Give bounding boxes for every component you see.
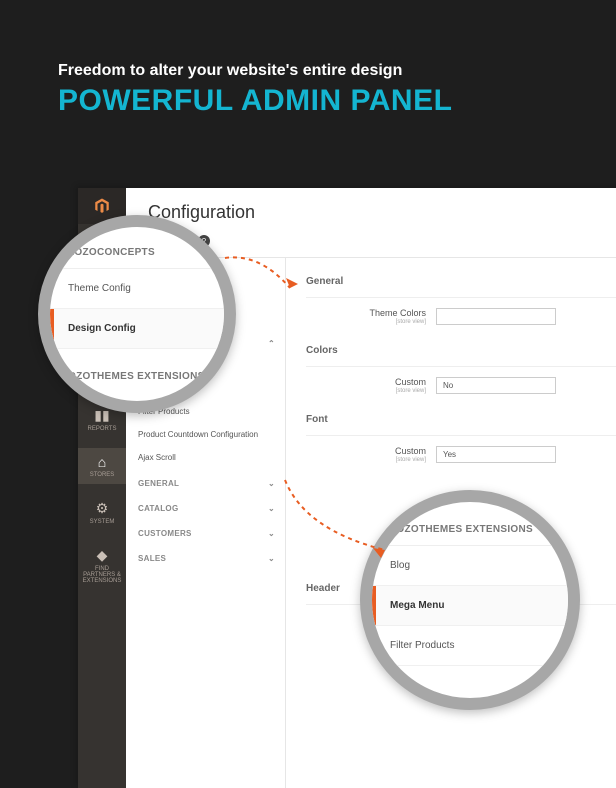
mag2-blog[interactable]: Blog <box>372 546 568 586</box>
mag2-megamenu[interactable]: Mega Menu <box>372 586 568 626</box>
mag2-filter[interactable]: Filter Products <box>372 626 568 666</box>
nav-partners[interactable]: ◆FIND PARTNERS & EXTENSIONS <box>78 541 126 590</box>
group-customers[interactable]: CUSTOMERS⌄ <box>126 519 285 544</box>
hero-title: POWERFUL ADMIN PANEL <box>58 84 616 118</box>
group-general[interactable]: GENERAL⌄ <box>126 469 285 494</box>
section-colors[interactable]: Colors <box>306 335 616 367</box>
select-custom-colors[interactable]: No <box>436 377 556 394</box>
magnifier-zozoconcepts: ZOZOCONCEPTS Theme Config Design Config … <box>38 215 236 413</box>
nav-ajax-scroll[interactable]: Ajax Scroll <box>126 446 285 469</box>
mag1-foot: OZOTHEMES EXTENSIONS <box>50 349 224 388</box>
group-catalog[interactable]: CATALOG⌄ <box>126 494 285 519</box>
nav-stores[interactable]: ⌂STORES <box>78 448 126 484</box>
nav-countdown[interactable]: Product Countdown Configuration <box>126 423 285 446</box>
mag1-theme-config[interactable]: Theme Config <box>50 269 224 309</box>
label-custom-colors: Custom[store view] <box>306 377 436 394</box>
hero-subtitle: Freedom to alter your website's entire d… <box>58 62 616 80</box>
magnifier-extensions: ZOZOTHEMES EXTENSIONS Blog Mega Menu Fil… <box>360 490 580 710</box>
section-general[interactable]: General <box>306 266 616 298</box>
mag1-head: ZOZOCONCEPTS <box>50 233 224 269</box>
select-theme-colors[interactable] <box>436 308 556 325</box>
label-theme-colors: Theme Colors[store view] <box>306 308 436 325</box>
label-custom-font: Custom[store view] <box>306 446 436 463</box>
nav-system[interactable]: ⚙SYSTEM <box>78 494 126 531</box>
page-title: Configuration <box>148 202 616 223</box>
section-font[interactable]: Font <box>306 404 616 436</box>
group-sales[interactable]: SALES⌄ <box>126 544 285 569</box>
select-custom-font[interactable]: Yes <box>436 446 556 463</box>
mag1-design-config[interactable]: Design Config <box>50 309 224 349</box>
